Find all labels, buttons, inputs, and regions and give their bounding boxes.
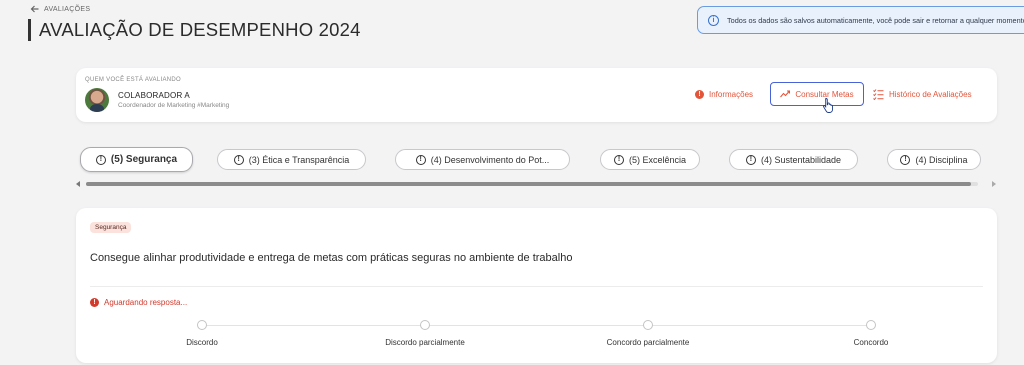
- option-label: Concordo: [853, 338, 889, 347]
- tab-label: (4) Desenvolvimento do Pot...: [430, 154, 550, 165]
- trend-up-icon: [780, 90, 791, 98]
- arrow-left-icon: [30, 5, 39, 13]
- option-discordo-parcialmente[interactable]: Discordo parcialmente: [350, 320, 500, 347]
- tab-label: (4) Disciplina: [915, 154, 968, 165]
- hand-pointer-icon: [823, 98, 833, 113]
- tab-label: (5) Excelência: [628, 154, 687, 165]
- title-accent-bar: [28, 19, 31, 41]
- option-concordo-parcialmente[interactable]: Concordo parcialmente: [573, 320, 723, 347]
- info-button-label: Informações: [709, 90, 754, 99]
- radio-button[interactable]: [197, 320, 207, 330]
- tab-label: (5) Segurança: [110, 154, 178, 165]
- scroll-thumb[interactable]: [86, 182, 971, 186]
- alert-icon: !: [90, 298, 99, 307]
- alert-circle-icon: !: [745, 154, 756, 165]
- tab-etica-transparencia[interactable]: ! (3) Ética e Transparência: [217, 149, 366, 170]
- alert-circle-icon: !: [95, 154, 106, 165]
- tab-desenvolvimento[interactable]: ! (4) Desenvolvimento do Pot...: [395, 149, 570, 170]
- evaluation-history-button[interactable]: Histórico de Avaliações: [873, 88, 972, 101]
- page-title: AVALIAÇÃO DE DESEMPENHO 2024: [39, 19, 361, 40]
- tab-label: (4) Sustentabilidade: [760, 154, 842, 165]
- tab-label: (3) Ética e Transparência: [248, 154, 350, 165]
- question-text: Consegue alinhar produtividade e entrega…: [90, 252, 573, 264]
- alert-circle-icon: !: [613, 154, 624, 165]
- option-label: Concordo parcialmente: [606, 338, 690, 347]
- alert-circle-icon: !: [415, 154, 426, 165]
- tab-seguranca[interactable]: ! (5) Segurança: [80, 147, 193, 172]
- radio-button[interactable]: [866, 320, 876, 330]
- question-card: Segurança Consegue alinhar produtividade…: [76, 208, 997, 363]
- criteria-tabs: ! (5) Segurança ! (3) Ética e Transparên…: [0, 147, 1024, 173]
- consult-goals-button[interactable]: Consultar Metas: [770, 82, 864, 106]
- evaluatee-section-label: QUEM VOCÊ ESTÁ AVALIANDO: [85, 77, 181, 83]
- back-link[interactable]: AVALIAÇÕES: [30, 4, 90, 14]
- option-label: Discordo parcialmente: [385, 338, 465, 347]
- tab-disciplina[interactable]: ! (4) Disciplina: [887, 149, 981, 170]
- alert-circle-icon: !: [900, 154, 911, 165]
- checklist-icon: [873, 89, 884, 100]
- evaluatee-role: Coordenador de Marketing #Marketing: [118, 102, 230, 109]
- avatar: [85, 88, 109, 112]
- tab-excelencia[interactable]: ! (5) Excelência: [600, 149, 700, 170]
- evaluatee-name: COLABORADOR A: [118, 91, 190, 100]
- category-badge: Segurança: [90, 222, 132, 233]
- divider: [90, 286, 983, 287]
- option-discordo[interactable]: Discordo: [127, 320, 277, 347]
- radio-button[interactable]: [420, 320, 430, 330]
- scroll-right-arrow-icon[interactable]: [992, 181, 996, 187]
- alert-icon: !: [695, 90, 704, 99]
- alert-circle-icon: !: [233, 154, 244, 165]
- radio-button[interactable]: [643, 320, 653, 330]
- back-link-label: AVALIAÇÕES: [44, 5, 91, 13]
- awaiting-status-text: Aguardando resposta...: [104, 298, 188, 307]
- autosave-notice-text: Todos os dados são salvos automaticament…: [727, 15, 1024, 25]
- evaluatee-card: QUEM VOCÊ ESTÁ AVALIANDO COLABORADOR A C…: [76, 68, 997, 122]
- scroll-left-arrow-icon[interactable]: [76, 181, 80, 187]
- tabs-scrollbar[interactable]: [76, 180, 996, 188]
- option-label: Discordo: [186, 338, 218, 347]
- awaiting-status: ! Aguardando resposta...: [90, 298, 187, 307]
- autosave-notice: i Todos os dados são salvos automaticame…: [697, 6, 1024, 34]
- evaluation-history-label: Histórico de Avaliações: [889, 90, 972, 99]
- info-button[interactable]: ! Informações: [695, 88, 753, 101]
- option-concordo[interactable]: Concordo: [796, 320, 946, 347]
- info-icon: i: [708, 14, 719, 26]
- scale-line: [202, 325, 872, 326]
- tab-sustentabilidade[interactable]: ! (4) Sustentabilidade: [729, 149, 858, 170]
